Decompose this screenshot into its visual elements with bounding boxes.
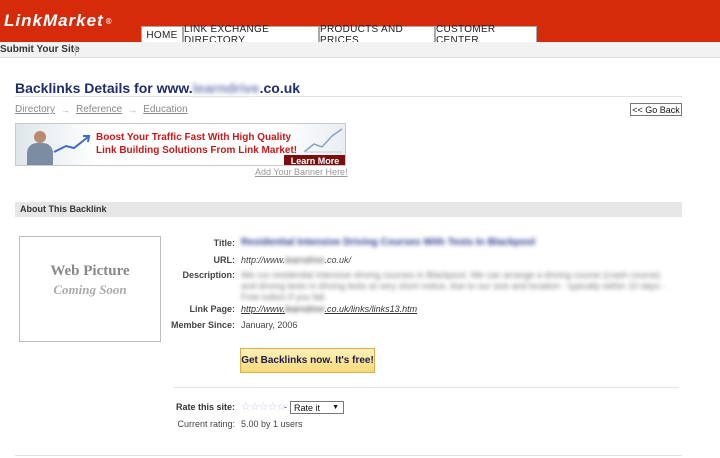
banner-headline-1: Boost Your Traffic Fast With High Qualit… <box>96 132 292 143</box>
link-page-url[interactable]: http://www.learndrive.co.uk/links/links1… <box>241 304 417 314</box>
nav-tab-home[interactable]: HOME <box>141 26 183 43</box>
backlink-title[interactable]: Residential Intensive Driving Courses Wi… <box>241 237 535 248</box>
growth-arrow-icon <box>53 135 91 153</box>
coming-soon-label: Coming Soon <box>53 282 127 297</box>
current-rating-label: Current rating: <box>177 419 235 429</box>
title-suffix: .co.uk <box>259 80 301 96</box>
breadcrumb-education[interactable]: Education <box>143 104 187 115</box>
rate-select-value: Rate it <box>294 402 321 413</box>
logo-text: LinkMarket <box>4 11 104 30</box>
rate-this-site-label: Rate this site: <box>175 402 235 412</box>
bottom-divider <box>15 455 682 456</box>
breadcrumb-directory[interactable]: Directory <box>15 104 55 115</box>
url-blurred-domain: learndrive <box>285 255 325 265</box>
url-suffix: .co.uk/ <box>324 255 352 265</box>
link-page-suffix: .co.uk/links/links13.htm <box>324 304 418 314</box>
member-since-label: Member Since: <box>170 320 235 330</box>
go-back-button[interactable]: << Go Back <box>630 103 682 116</box>
banner-headline-2: Link Building Solutions From Link Market… <box>96 145 298 156</box>
title-prefix: Backlinks Details for www. <box>15 80 193 96</box>
about-backlink-section-header: About This Backlink <box>15 202 682 217</box>
nav-tab-products-and-prices[interactable]: PRODUCTS AND PRICES <box>319 24 435 46</box>
add-your-banner-link[interactable]: Add Your Banner Here! <box>255 167 348 177</box>
breadcrumb: Directory → Reference → Education <box>15 104 188 115</box>
link-page-blurred-domain: learndrive <box>285 304 325 314</box>
get-backlinks-button[interactable]: Get Backlinks now. It's free! <box>240 348 375 373</box>
title-divider <box>15 96 682 97</box>
title-label: Title: <box>213 238 235 248</box>
breadcrumb-arrow-icon: → <box>61 104 71 115</box>
top-header-bar: LinkMarket ® HOME LINK EXCHANGE DIRECTORY… <box>0 0 720 46</box>
backlink-description: We run residential intensive driving cou… <box>241 270 666 302</box>
details-divider <box>174 387 679 388</box>
current-rating-value: 5.00 by 1 users <box>241 419 303 429</box>
star-rating[interactable]: ☆ ☆ ☆ ☆ ☆ <box>241 400 286 413</box>
title-blurred-domain: learndrive <box>192 80 260 96</box>
member-since-value: January, 2006 <box>241 320 298 330</box>
url-prefix: http://www. <box>241 255 286 265</box>
backlink-url[interactable]: http://www.learndrive.co.uk/ <box>241 255 351 265</box>
link-page-label: Link Page: <box>189 304 235 314</box>
promo-banner[interactable]: Boost Your Traffic Fast With High Qualit… <box>15 123 346 166</box>
breadcrumb-arrow-icon: → <box>128 104 138 115</box>
url-label: URL: <box>213 255 236 265</box>
chart-graphic-icon <box>303 128 343 153</box>
rating-separator: - <box>284 402 287 412</box>
linkmarket-logo[interactable]: LinkMarket ® <box>4 9 113 33</box>
rate-it-select[interactable]: Rate it ▼ <box>290 401 344 414</box>
sub-nav-bar: Submit Your Site <box>0 42 720 58</box>
logo-registered-mark: ® <box>105 16 113 26</box>
description-label: Description: <box>182 270 235 280</box>
nav-tab-link-exchange-directory[interactable]: LINK EXCHANGE DIRECTORY <box>183 24 319 46</box>
link-page-prefix: http://www. <box>241 304 286 314</box>
subnav-divider <box>75 45 76 56</box>
page-title: Backlinks Details for www.learndrive.co.… <box>15 80 300 96</box>
breadcrumb-reference[interactable]: Reference <box>76 104 122 115</box>
submit-your-site-link[interactable]: Submit Your Site <box>0 44 80 55</box>
chevron-down-icon: ▼ <box>332 404 339 411</box>
section-title: About This Backlink <box>20 204 107 214</box>
main-nav: HOME LINK EXCHANGE DIRECTORY PRODUCTS AN… <box>141 24 537 46</box>
nav-tab-customer-center[interactable]: CUSTOMER CENTER <box>435 24 537 46</box>
learn-more-button[interactable]: Learn More <box>284 155 345 165</box>
